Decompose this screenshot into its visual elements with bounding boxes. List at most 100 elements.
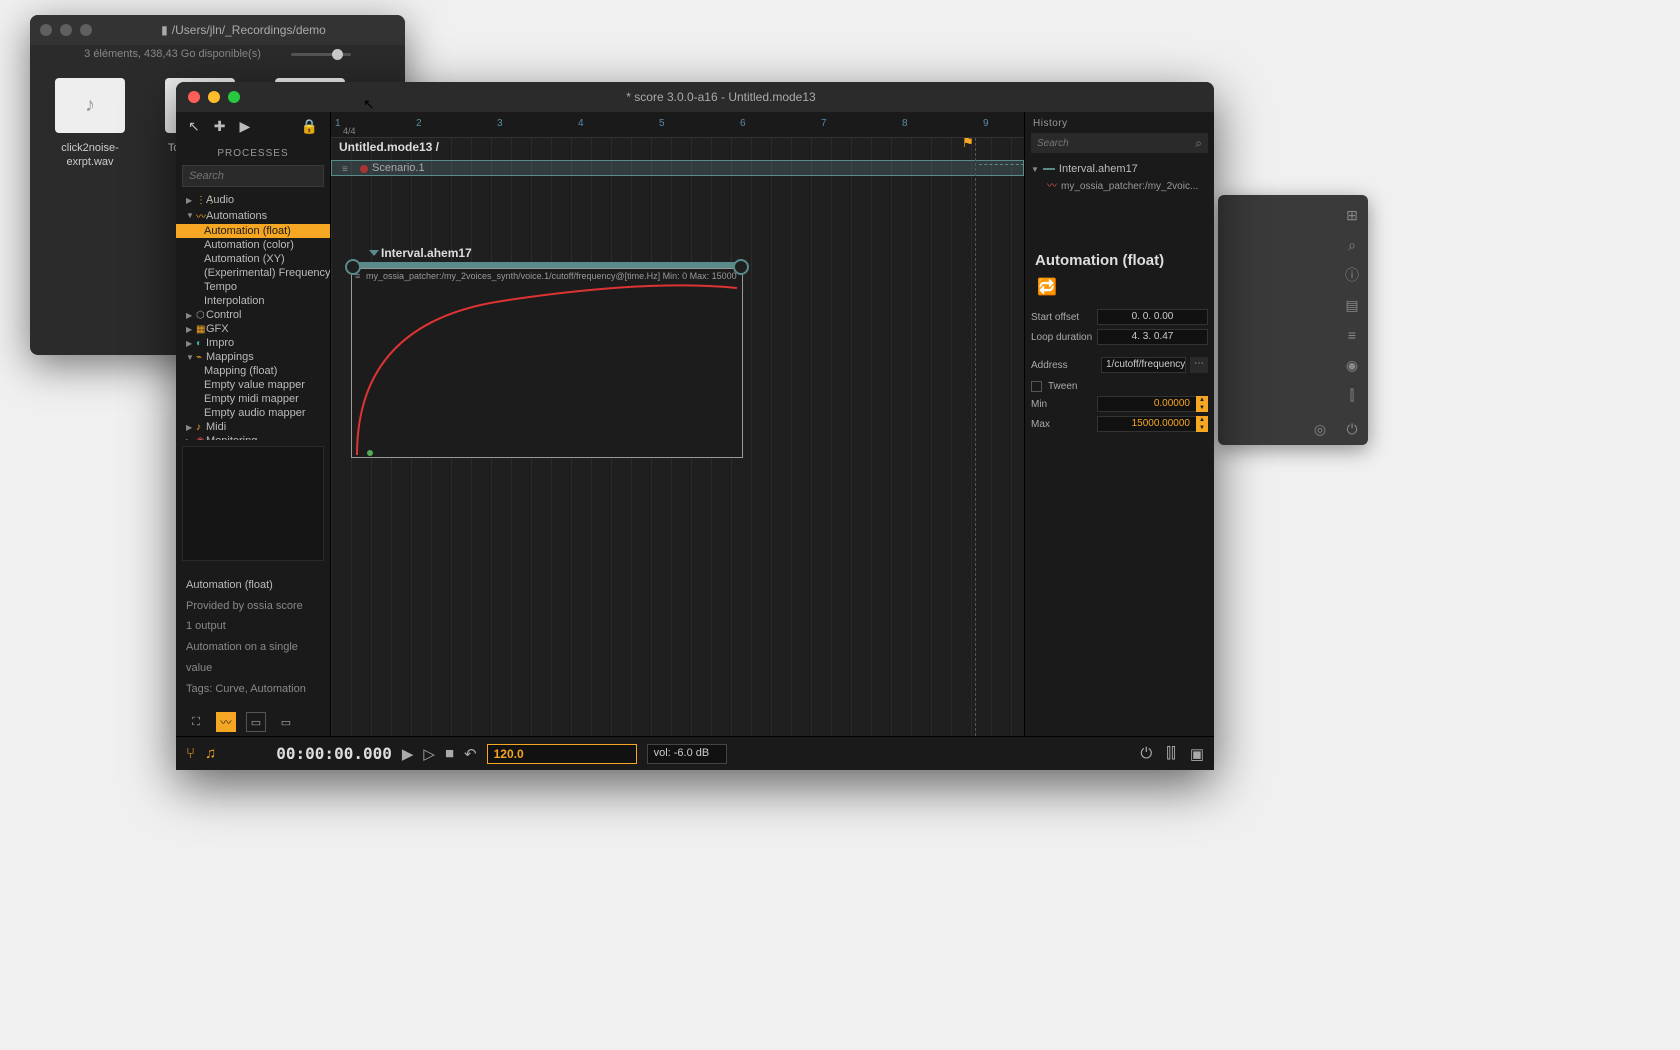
close-button[interactable] (188, 91, 200, 103)
finder-titlebar: ▮/Users/jln/_Recordings/demo (30, 15, 405, 45)
icon-size-slider[interactable] (291, 53, 351, 56)
time-ruler[interactable]: 1 2 3 4 5 6 7 8 9 4/4 (331, 112, 1024, 138)
tree-automation-xy[interactable]: Automation (XY) (176, 252, 330, 266)
minimize-button[interactable] (208, 91, 220, 103)
tree-audio[interactable]: ▶⋮⋮Audio (176, 193, 330, 207)
tree-mappings[interactable]: ▼⌁Mappings (176, 350, 330, 364)
tree-interpolation[interactable]: Interpolation (176, 294, 330, 308)
lock-icon[interactable]: 🔒 (301, 118, 318, 135)
process-search[interactable]: ⌕ (182, 165, 324, 187)
view-mode-image[interactable]: ▭ (246, 712, 266, 732)
play-button[interactable]: ▶ (402, 745, 414, 763)
music-icon[interactable]: ♫ (205, 745, 216, 762)
end-marker-icon[interactable]: ⚑ (961, 138, 974, 151)
history-address[interactable]: 〰my_ossia_patcher:/my_2voic... (1031, 177, 1208, 192)
loop-duration-label: Loop duration (1031, 332, 1097, 343)
power-icon[interactable]: ⏻ (1342, 419, 1362, 439)
interval-name: Interval.ahem17 (351, 246, 743, 260)
tree-midi[interactable]: ▶♪Midi (176, 420, 330, 434)
interval-bar[interactable] (351, 262, 743, 268)
max-label: Max (1031, 419, 1097, 430)
mixer-button[interactable]: ⫿⫿ (1166, 745, 1176, 762)
close-button[interactable] (40, 24, 52, 36)
process-info: Automation (float) Provided by ossia sco… (176, 567, 330, 708)
scenario-header[interactable]: ≡ Scenario.1 (331, 160, 1024, 176)
play-tool[interactable]: ▶ (239, 118, 250, 135)
start-offset-field[interactable]: 0. 0. 0.00 (1097, 309, 1208, 325)
tempo-field[interactable]: 120.0 (487, 744, 637, 764)
info-icon[interactable]: ⓘ (1342, 265, 1362, 285)
tree-automation-float[interactable]: Automation (float) (176, 224, 330, 238)
layers-icon[interactable]: ▤ (1342, 295, 1362, 315)
tween-label: Tween (1048, 381, 1077, 392)
tree-empty-value[interactable]: Empty value mapper (176, 378, 330, 392)
play-from-button[interactable]: ▷ (423, 745, 435, 763)
tree-impro[interactable]: ▶◐Impro (176, 336, 330, 350)
output-button[interactable]: ▣ (1190, 745, 1204, 763)
info-title: Automation (float) (186, 575, 320, 596)
volume-field[interactable]: vol: -6.0 dB (647, 744, 727, 764)
interval-block[interactable]: Interval.ahem17 my_ossia_patcher:/my_2vo… (351, 246, 743, 458)
fullscreen-icon[interactable]: ⛶ (186, 712, 206, 732)
maximize-button[interactable] (80, 24, 92, 36)
address-browse-button[interactable]: ⋯ (1190, 357, 1208, 373)
minimize-button[interactable] (60, 24, 72, 36)
maximize-button[interactable] (228, 91, 240, 103)
loop-icon[interactable]: 🔁 (1025, 277, 1214, 307)
search-icon: ⌕ (1195, 136, 1202, 151)
stop-button[interactable]: ■ (445, 745, 454, 762)
scenario-area[interactable]: Untitled.mode13 / ≡ Scenario.1 ⚑ Interva… (331, 138, 1024, 736)
hamburger-icon[interactable]: ≡ (342, 164, 348, 175)
history-header: History (1025, 112, 1214, 133)
view-mode-curve[interactable]: 〰 (216, 712, 236, 732)
tree-control[interactable]: ▶⬡Control (176, 308, 330, 322)
tree-monitoring[interactable]: ▶◉Monitoring (176, 434, 330, 440)
grid-icon[interactable]: ⊞ (1342, 205, 1362, 225)
tree-mapping-float[interactable]: Mapping (float) (176, 364, 330, 378)
tree-freq-curve[interactable]: (Experimental) Frequency cu... (176, 266, 330, 280)
tree-empty-audio[interactable]: Empty audio mapper (176, 406, 330, 420)
inspector-panel: History ⌕ ▼Interval.ahem17 〰my_ossia_pat… (1024, 112, 1214, 736)
max-field[interactable]: 15000.00000 (1097, 416, 1196, 432)
search-icon[interactable]: ⌕ (1342, 235, 1362, 255)
tween-checkbox[interactable] (1031, 381, 1042, 392)
file-item[interactable]: ♪ click2noise-exrpt.wav (45, 78, 135, 170)
breadcrumb[interactable]: Untitled.mode13 / (339, 140, 439, 154)
score-titlebar: * score 3.0.0-a16 - Untitled.mode13 (176, 82, 1214, 112)
time-signature: 4/4 (343, 126, 356, 136)
ruler-tick: 9 (983, 118, 989, 129)
audio-file-icon: ♪ (55, 78, 125, 133)
spin-down[interactable]: ▼ (1196, 404, 1208, 412)
spin-up[interactable]: ▲ (1196, 416, 1208, 424)
rewind-button[interactable]: ↶ (464, 745, 477, 763)
search-input[interactable] (189, 170, 332, 182)
tree-automations[interactable]: ▼〰Automations (176, 207, 330, 224)
sliders-icon[interactable]: ⫿ (1342, 385, 1362, 405)
tree-tempo[interactable]: Tempo (176, 280, 330, 294)
processes-header: PROCESSES (176, 140, 330, 165)
address-field[interactable]: 1/cutoff/frequency@[time.Hz] (1101, 357, 1186, 373)
add-tool[interactable]: ✚ (214, 118, 226, 135)
automation-process[interactable]: my_ossia_patcher:/my_2voices_synth/voice… (351, 268, 743, 458)
history-interval[interactable]: ▼Interval.ahem17 (1031, 161, 1208, 177)
tree-gfx[interactable]: ▶▦GFX (176, 322, 330, 336)
spin-up[interactable]: ▲ (1196, 396, 1208, 404)
tree-empty-midi[interactable]: Empty midi mapper (176, 392, 330, 406)
power-button[interactable]: ⏻ (1140, 745, 1152, 762)
history-search[interactable]: ⌕ (1031, 133, 1208, 153)
side-inspector-panel: ⊞ ⌕ ⓘ ▤ ≡ ◉ ⫿ ◎ ⏻ (1218, 195, 1368, 445)
branch-icon[interactable]: ⑂ (186, 745, 195, 762)
view-mode-folder[interactable]: ▭ (276, 712, 296, 732)
loop-duration-field[interactable]: 4. 3. 0.47 (1097, 329, 1208, 345)
automation-curve[interactable] (352, 283, 742, 457)
pointer-tool[interactable]: ↖ (188, 118, 200, 135)
scenario-canvas: 1 2 3 4 5 6 7 8 9 4/4 Untitled.mode13 / … (331, 112, 1024, 736)
spin-down[interactable]: ▼ (1196, 424, 1208, 432)
tree-automation-color[interactable]: Automation (color) (176, 238, 330, 252)
camera-icon[interactable]: ◉ (1342, 355, 1362, 375)
list-icon[interactable]: ≡ (1342, 325, 1362, 345)
ruler-tick: 5 (659, 118, 665, 129)
min-field[interactable]: 0.00000 (1097, 396, 1196, 412)
target-icon[interactable]: ◎ (1310, 419, 1330, 439)
search-input[interactable] (1037, 138, 1195, 149)
